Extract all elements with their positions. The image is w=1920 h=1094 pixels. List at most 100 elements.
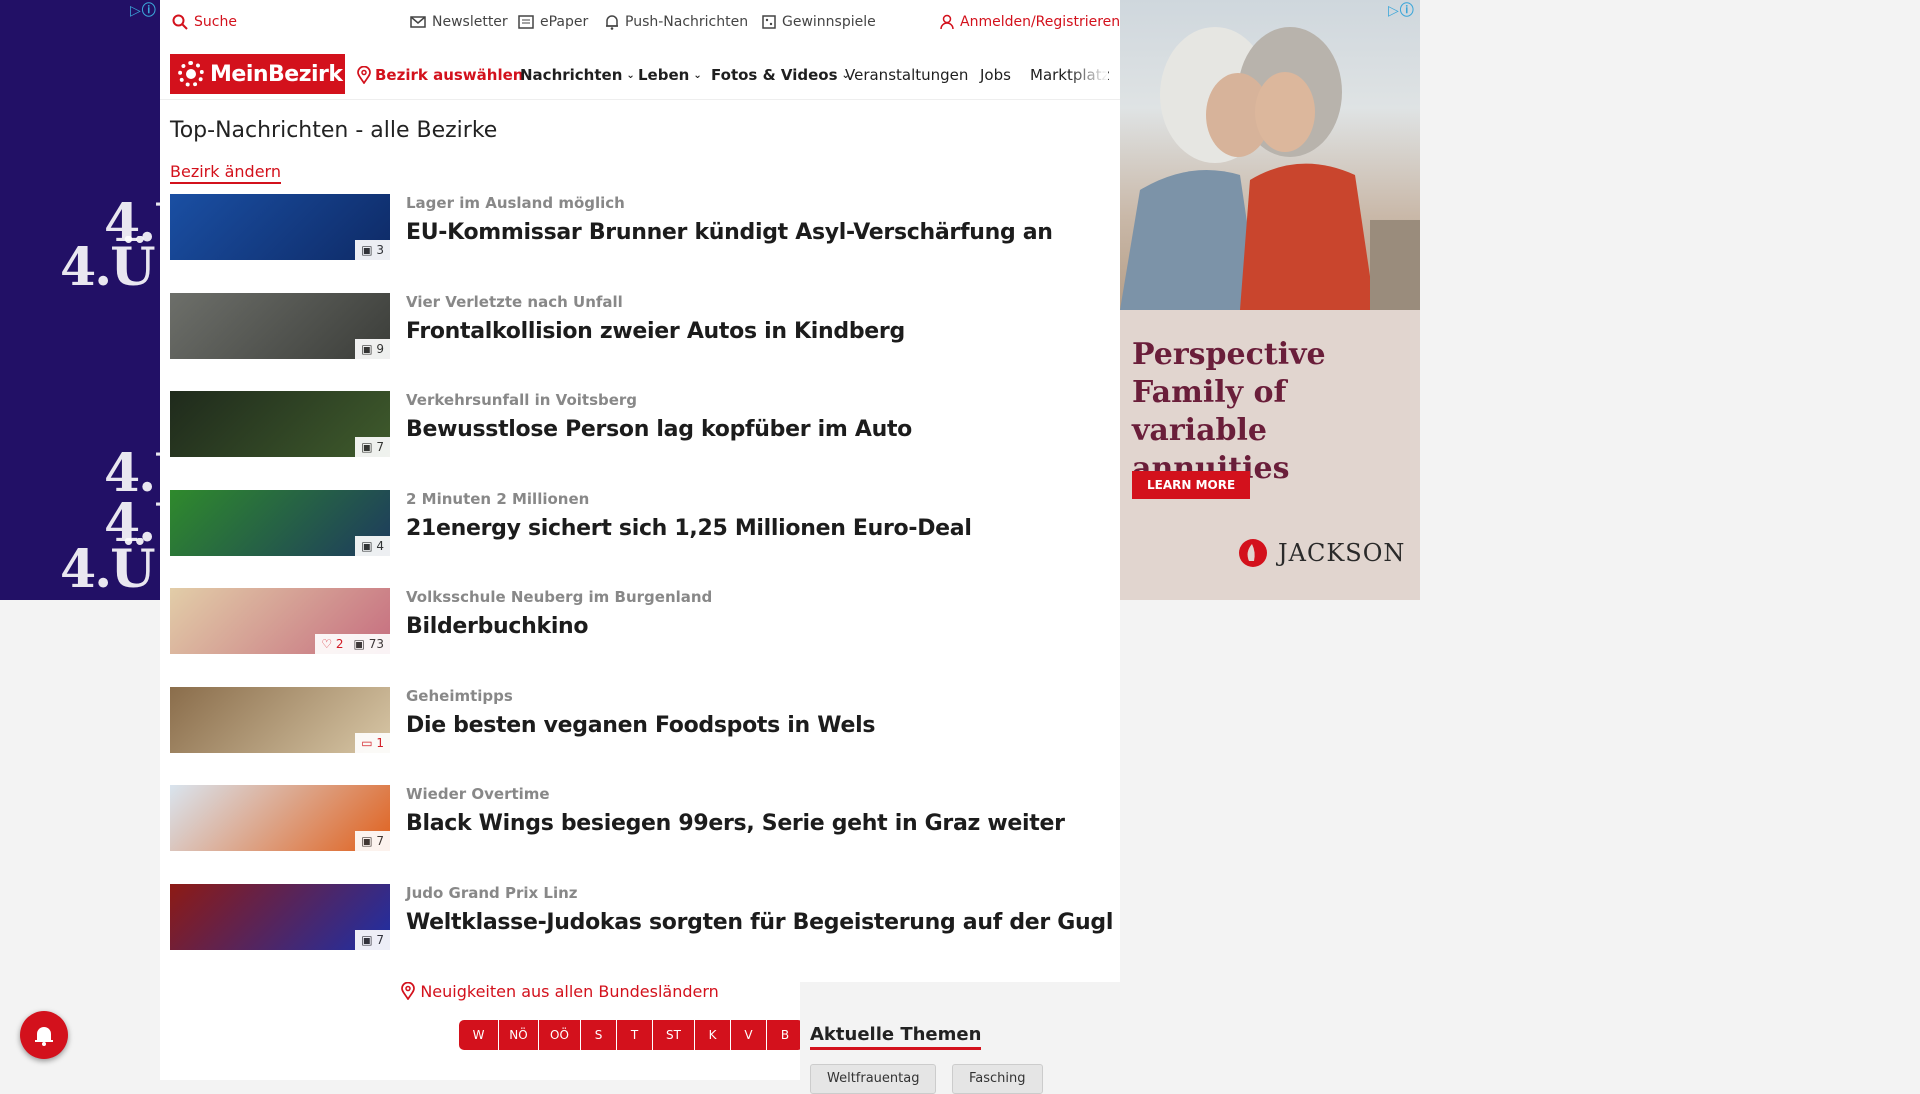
page-content: Suche Newsletter ePaper Push-Nachrichten… [160, 0, 1120, 1080]
state-button[interactable]: T [617, 1020, 653, 1050]
ad-brand-text: JACKSON [1278, 539, 1406, 567]
article-headline[interactable]: EU-Kommissar Brunner kündigt Asyl-Versch… [406, 220, 1053, 245]
article-item[interactable]: ▣ 7 Wieder Overtime Black Wings besiegen… [170, 785, 1090, 853]
photo-count-value: 4 [376, 538, 384, 553]
topic-chip[interactable]: Weltfrauentag [810, 1064, 937, 1094]
state-button[interactable]: K [695, 1020, 731, 1050]
current-topics: Aktuelle Themen Weltfrauentag Fasching [800, 982, 1120, 1094]
article-item[interactable]: ▭ 1 Geheimtipps Die besten veganen Foods… [170, 686, 1090, 755]
nav-item-fotos-videos[interactable]: Fotos & Videos ⌄ [711, 66, 850, 84]
article-thumbnail[interactable]: ▣ 4 [170, 489, 390, 556]
state-button[interactable]: V [731, 1020, 767, 1050]
article-item[interactable]: ▣ 4 2 Minuten 2 Millionen 21energy siche… [170, 489, 1090, 558]
bundeslaender-title[interactable]: Neuigkeiten aus allen Bundesländern [320, 981, 800, 1001]
nav-fade [1068, 60, 1108, 90]
article-thumbnail[interactable]: ▣ 7 [170, 391, 390, 457]
chevron-down-icon: ⌄ [626, 69, 635, 81]
nav-item-label: Nachrichten [520, 66, 623, 84]
article-kicker: Volksschule Neuberg im Burgenland [406, 588, 713, 606]
likes-count: ♡ 2 [321, 637, 344, 651]
state-button[interactable]: NÖ [499, 1020, 539, 1050]
article-item[interactable]: ▣ 7 Judo Grand Prix Linz Weltklasse-Judo… [170, 883, 1113, 952]
bell-icon [606, 15, 618, 30]
location-pin-icon [357, 66, 371, 84]
article-headline[interactable]: Weltklasse-Judokas sorgten für Begeister… [406, 910, 1113, 935]
article-thumbnail[interactable]: ▣ 3 [170, 194, 390, 260]
article-headline[interactable]: Bilderbuchkino [406, 614, 589, 639]
state-button[interactable]: OÖ [539, 1020, 581, 1050]
current-topics-title: Aktuelle Themen [810, 1024, 982, 1050]
article-kicker: Verkehrsunfall in Voitsberg [406, 391, 638, 409]
state-button[interactable]: W [459, 1020, 499, 1050]
change-district-link[interactable]: Bezirk ändern [170, 162, 281, 184]
push-link[interactable]: Push-Nachrichten [605, 14, 748, 30]
ad-photo-illustration [1120, 27, 1420, 310]
article-item[interactable]: ▣ 3 Lager im Ausland möglich EU-Kommissa… [170, 194, 1090, 262]
left-advertisement[interactable]: 4.Ü 4.Ü 4.Ü 4.Ü 4.Ü [0, 0, 160, 600]
topic-chip[interactable]: Fasching [952, 1064, 1043, 1094]
nav-item-veranstaltungen[interactable]: Veranstaltungen [845, 66, 968, 84]
article-headline[interactable]: Frontalkollision zweier Autos in Kindber… [406, 319, 905, 344]
article-kicker: Lager im Ausland möglich [406, 194, 625, 212]
article-headline[interactable]: Bewusstlose Person lag kopfüber im Auto [406, 417, 912, 442]
push-label: Push-Nachrichten [625, 14, 749, 30]
nav-item-jobs[interactable]: Jobs [980, 66, 1011, 84]
article-kicker: Geheimtipps [406, 686, 513, 705]
likes-value: 2 [335, 637, 344, 651]
games-link[interactable]: Gewinnspiele [762, 14, 876, 30]
article-kicker: 2 Minuten 2 Millionen [406, 489, 590, 508]
thumbnail-counts: ▣ 3 [355, 240, 390, 260]
gallery-icon: ▣ [361, 440, 373, 454]
comments-value: 1 [376, 735, 384, 750]
photo-count: ▣ 7 [361, 440, 384, 454]
search-link[interactable]: Suche [172, 14, 237, 30]
select-district-label: Bezirk auswählen [375, 66, 524, 84]
article-thumbnail[interactable]: ♡ 2 ▣ 73 [170, 588, 390, 654]
article-thumbnail[interactable]: ▣ 7 [170, 883, 390, 950]
logo[interactable]: MeinBezirk [170, 54, 345, 94]
nav-item-nachrichten[interactable]: Nachrichten ⌄ [520, 66, 635, 84]
gallery-icon: ▣ [361, 932, 373, 947]
logo-sun-icon [178, 61, 204, 87]
gallery-icon: ▣ [361, 243, 373, 257]
article-item[interactable]: ♡ 2 ▣ 73 Volksschule Neuberg im Burgenlan… [170, 588, 1090, 656]
select-district-button[interactable]: Bezirk auswählen [357, 66, 523, 84]
ad-learn-more-button[interactable]: LEARN MORE [1132, 471, 1251, 499]
article-item[interactable]: ▣ 7 Verkehrsunfall in Voitsberg Bewusstl… [170, 391, 1090, 459]
games-label: Gewinnspiele [782, 14, 876, 30]
thumbnail-counts: ▣ 4 [355, 535, 390, 556]
ad-deco-text: 4.Ü [104, 443, 160, 504]
ad-photo [1120, 0, 1420, 310]
comments-count: ▭ 1 [361, 735, 384, 750]
photo-count: ▣ 73 [354, 637, 384, 651]
article-thumbnail[interactable]: ▣ 7 [170, 785, 390, 851]
adchoices-icon[interactable]: ▷ⓘ [130, 0, 157, 20]
right-advertisement[interactable]: Perspective Family of variable annuities… [1120, 0, 1420, 600]
nav-item-leben[interactable]: Leben ⌄ [638, 66, 702, 84]
newsletter-link[interactable]: Newsletter [410, 14, 508, 30]
article-thumbnail[interactable]: ▣ 9 [170, 292, 390, 359]
photo-count: ▣ 3 [361, 243, 384, 257]
photo-count-value: 73 [368, 637, 384, 651]
adchoices-icon[interactable]: ▷ⓘ [1388, 0, 1415, 20]
state-button[interactable]: ST [653, 1020, 695, 1050]
push-notification-button[interactable] [20, 1011, 68, 1059]
article-thumbnail[interactable]: ▭ 1 [170, 686, 390, 753]
state-button[interactable]: S [581, 1020, 617, 1050]
jackson-logo-icon [1239, 539, 1267, 567]
login-link[interactable]: Anmelden/Registrieren [940, 14, 1120, 30]
epaper-link[interactable]: ePaper [518, 14, 588, 30]
article-kicker: Wieder Overtime [406, 785, 550, 803]
article-item[interactable]: ▣ 9 Vier Verletzte nach Unfall Frontalko… [170, 292, 1090, 361]
nav-item-label: Veranstaltungen [845, 66, 969, 84]
thumbnail-counts: ▭ 1 [355, 732, 390, 753]
article-headline[interactable]: 21energy sichert sich 1,25 Millionen Eur… [406, 516, 972, 541]
state-button[interactable]: B [767, 1020, 803, 1050]
epaper-label: ePaper [540, 14, 589, 30]
ad-deco-text: 4.Ü [60, 237, 156, 298]
bundeslaender-title-text: Neuigkeiten aus allen Bundesländern [420, 982, 719, 1001]
ad-tagline: Perspective Family of variable annuities [1132, 337, 1326, 486]
utility-bar: Suche Newsletter ePaper Push-Nachrichten… [160, 0, 1120, 46]
article-headline[interactable]: Die besten veganen Foodspots in Wels [406, 713, 875, 738]
article-headline[interactable]: Black Wings besiegen 99ers, Serie geht i… [406, 811, 1065, 836]
